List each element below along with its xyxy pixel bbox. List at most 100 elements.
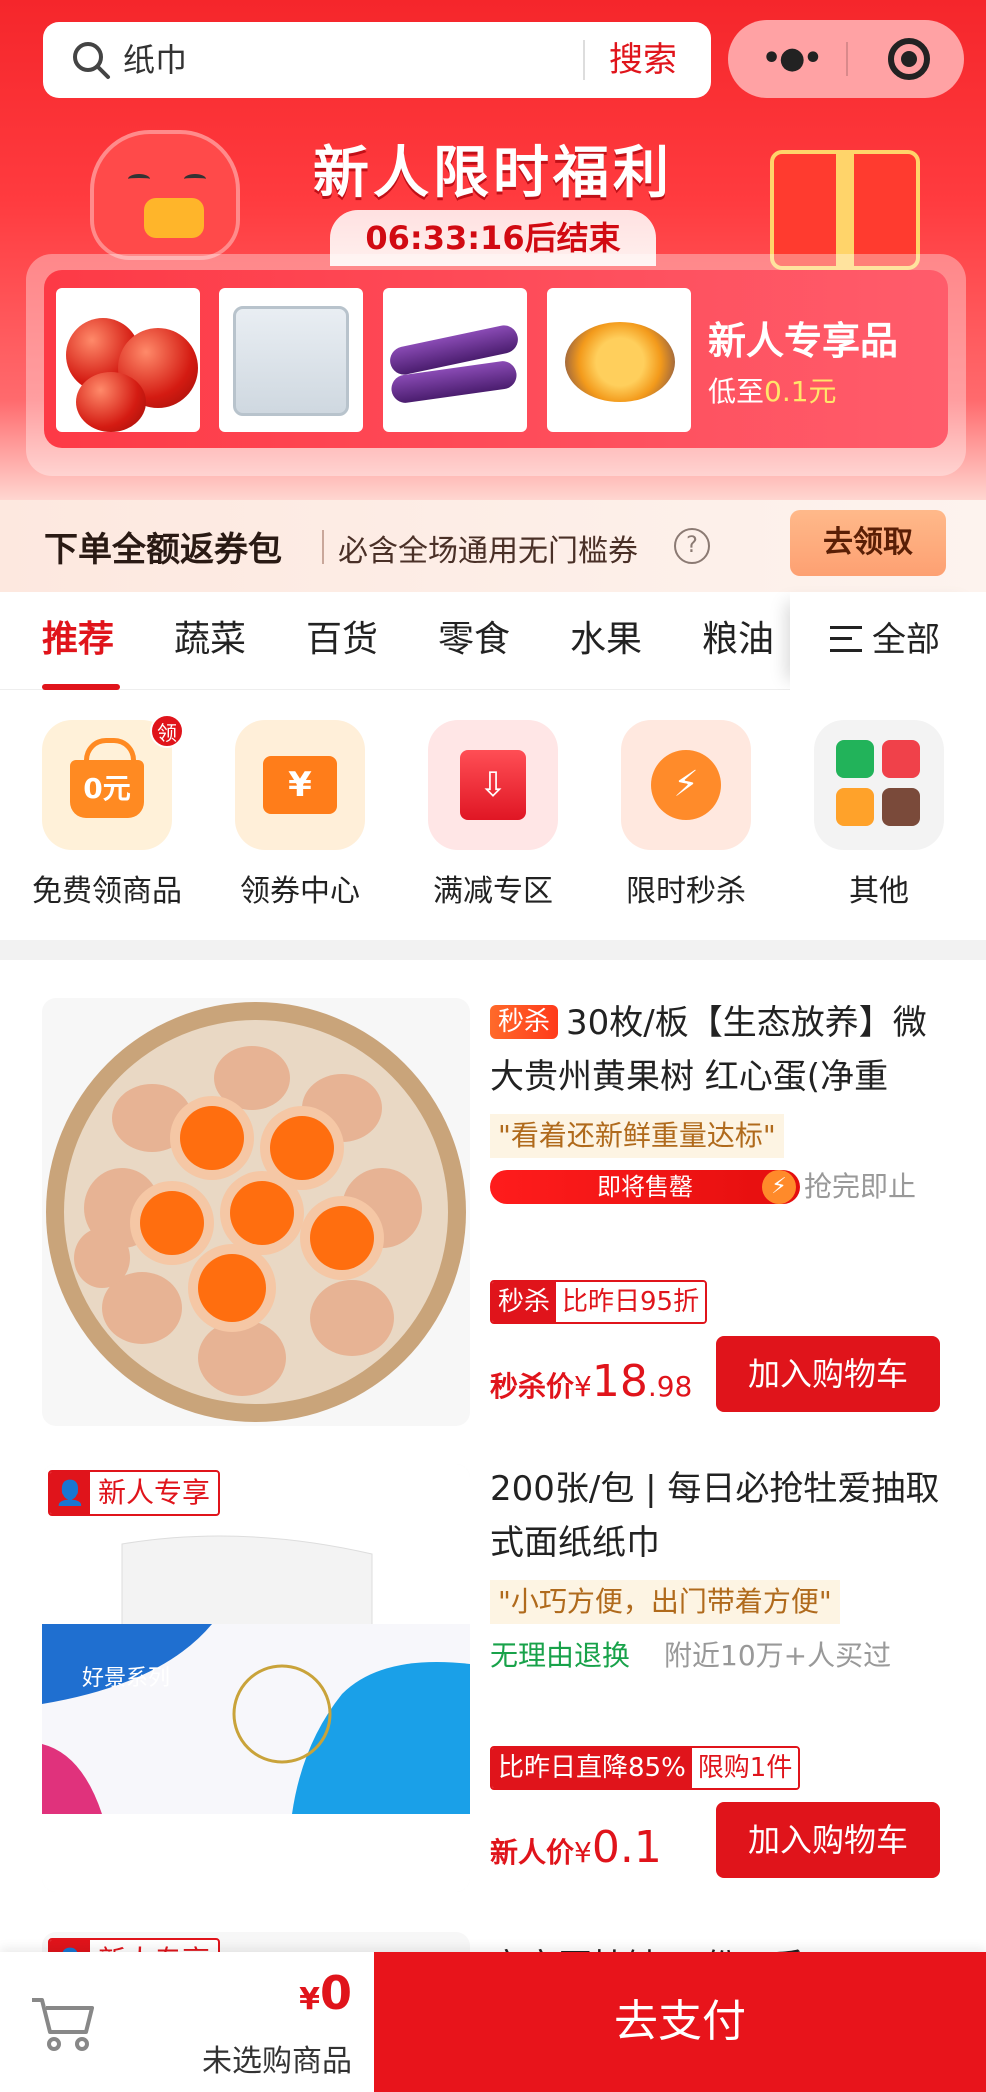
claim-coupon-button[interactable]: 去领取 <box>790 510 946 576</box>
shortcut-grid: 0元 领 免费领商品 ¥ 领券中心 ⇩ 满减专区 ⚡ 限时秒杀 其他 <box>0 690 986 940</box>
new-user-card[interactable]: 新人专享品 低至0.1元 <box>26 254 966 476</box>
section-gap <box>0 940 986 960</box>
product-price: 新人价¥0.1 <box>490 1822 662 1873</box>
search-divider <box>583 40 585 80</box>
return-policy: 无理由退换 <box>490 1639 631 1672</box>
coupon-ticket-icon: ¥ <box>263 756 337 814</box>
shortcut-label: 领券中心 <box>240 874 360 909</box>
add-to-cart-button[interactable]: 加入购物车 <box>716 1802 940 1878</box>
price-integer: 0.1 <box>591 1822 662 1873</box>
cotton-jar <box>233 306 349 416</box>
egg-basket-illustration <box>46 1002 466 1422</box>
price-value: 0.1元 <box>764 375 837 408</box>
new-user-title: 新人专享品 <box>708 319 899 363</box>
shortcut-icon-box: ¥ <box>235 720 365 850</box>
cart-total: ¥0 <box>0 1966 352 2020</box>
product-thumb-cotton-swabs[interactable] <box>219 288 363 432</box>
shortcut-icon-box: 0元 领 <box>42 714 184 850</box>
shortcut-label: 限时秒杀 <box>626 874 746 909</box>
tab-recommend[interactable]: 推荐 <box>42 618 114 662</box>
tag-white: 限购1件 <box>691 1748 799 1788</box>
pay-button[interactable]: 去支付 <box>374 1952 986 2092</box>
discount-tag: 比昨日直降85% 限购1件 <box>490 1746 801 1790</box>
tab-grain-oil[interactable]: 粮油 <box>702 618 774 662</box>
help-icon[interactable]: ? <box>674 528 710 564</box>
flash-sale-tag: 秒杀 <box>490 1005 559 1039</box>
currency-symbol: ¥ <box>299 1982 320 2017</box>
close-target-icon[interactable] <box>888 38 930 80</box>
coupon-title: 下单全额返券包 <box>44 530 282 570</box>
tag-white: 比昨日95折 <box>556 1282 706 1322</box>
shortcut-label: 免费领商品 <box>32 874 182 909</box>
cart-status: 未选购商品 <box>202 2044 352 2079</box>
more-icon[interactable]: •●• <box>762 44 823 74</box>
shortcut-discount-zone[interactable]: ⇩ 满减专区 <box>398 720 588 910</box>
price-label: 秒杀价 <box>490 1370 575 1403</box>
app-grid-icon <box>836 740 922 828</box>
shortcut-label: 其他 <box>849 874 909 909</box>
tab-fruit[interactable]: 水果 <box>570 618 642 662</box>
add-to-cart-button[interactable]: 加入购物车 <box>716 1336 940 1412</box>
product-price: 秒杀价¥18.98 <box>490 1356 692 1407</box>
all-categories-label: 全部 <box>872 620 940 660</box>
tomato-shape <box>76 372 146 432</box>
tab-general-goods[interactable]: 百货 <box>306 618 378 662</box>
new-user-price: 低至0.1元 <box>708 370 837 410</box>
product-image-eggs[interactable] <box>42 998 470 1426</box>
shopping-bag-icon: ⇩ <box>460 750 526 820</box>
tag-red: 比昨日直降85% <box>492 1748 692 1788</box>
checkout-bar: ¥0 未选购商品 去支付 <box>0 1952 986 2092</box>
price-decimal: .98 <box>647 1370 693 1403</box>
search-bar[interactable]: 纸巾 搜索 <box>43 22 711 98</box>
capsule-divider <box>846 42 848 76</box>
coupon-divider <box>322 530 324 564</box>
search-input[interactable]: 纸巾 <box>123 38 187 82</box>
product-card-partial[interactable]: 👤新人专享 宝宝匠挂钟| 1份/3斤 | 0.2 <box>0 1896 986 1987</box>
shortcut-coupon-center[interactable]: ¥ 领券中心 <box>205 720 395 910</box>
alarm-clock-icon: ⚡ <box>651 750 721 820</box>
shortcut-label: 满减专区 <box>433 874 553 909</box>
search-icon <box>73 42 110 79</box>
product-thumb-eggplant[interactable] <box>383 288 527 432</box>
product-title[interactable]: 200张/包 | 每日必抢牡爱抽取式面纸纸巾 <box>490 1462 950 1570</box>
shortcut-flash-sale[interactable]: ⚡ 限时秒杀 <box>591 720 781 910</box>
stock-note: 抢完即止 <box>804 1170 917 1203</box>
price-integer: 18 <box>591 1356 648 1407</box>
stock-progress-bar: 即将售罄 <box>490 1170 800 1204</box>
product-title[interactable]: 秒杀 30枚/板【生态放养】微大贵州黄果树 红心蛋(净重 <box>490 996 950 1104</box>
all-categories-button[interactable]: 全部 <box>790 592 986 690</box>
search-button[interactable]: 搜索 <box>609 38 677 82</box>
new-user-exclusive-tag: 👤新人专享 <box>48 1470 221 1516</box>
new-user-tag-text: 新人专享 <box>98 1476 211 1509</box>
shortcut-icon-box <box>814 720 944 850</box>
tab-vegetables[interactable]: 蔬菜 <box>174 618 246 662</box>
tab-snacks[interactable]: 零食 <box>438 618 510 662</box>
tag-red: 秒杀 <box>492 1282 557 1322</box>
product-thumb-tomato[interactable] <box>56 288 200 432</box>
discount-tag: 秒杀 比昨日95折 <box>490 1280 708 1324</box>
banner-title: 新人限时福利 <box>313 141 673 206</box>
category-tabs: 推荐 蔬菜 百货 零食 水果 粮油 全部 <box>0 592 986 690</box>
price-prefix: 低至 <box>708 375 765 408</box>
new-user-card-inner: 新人专享品 低至0.1元 <box>44 270 948 448</box>
product-image-tissue[interactable]: 好景系列 👤 新人专享 <box>42 1464 470 1892</box>
shortcut-icon-box: ⇩ <box>428 720 558 850</box>
product-thumb-squash[interactable] <box>547 288 691 432</box>
squash-shape <box>565 322 675 402</box>
product-card-tissue[interactable]: 好景系列 👤 新人专享 200张/包 | 每日必抢牡爱抽取式面纸纸巾 "小巧方便，… <box>0 1428 986 1912</box>
user-icon: 👤 <box>50 1472 90 1514</box>
purchase-count: 附近10万+人买过 <box>664 1639 892 1672</box>
currency-symbol: ¥ <box>574 1836 592 1869</box>
coupon-subtitle: 必含全场通用无门槛券 <box>338 534 638 569</box>
filter-list-icon <box>830 626 862 652</box>
shortcut-other[interactable]: 其他 <box>784 720 974 910</box>
currency-symbol: ¥ <box>574 1370 592 1403</box>
price-label: 新人价 <box>490 1836 575 1869</box>
product-quote: "小巧方便，出门带着方便" <box>490 1580 840 1624</box>
shortcut-free-goods[interactable]: 0元 领 免费领商品 <box>12 714 202 910</box>
hero-banner: 纸巾 搜索 •●• 新人限时福利 06:33:16后结束 新人专享品 低至0.1… <box>0 0 986 500</box>
shortcut-icon-box: ⚡ <box>621 720 751 850</box>
coupon-bar: 下单全额返券包 必含全场通用无门槛券 ? 去领取 <box>0 500 986 592</box>
product-card-eggs[interactable]: 秒杀 30枚/板【生态放养】微大贵州黄果树 红心蛋(净重 "看着还新鲜重量达标" … <box>0 960 986 1446</box>
lightning-icon: ⚡ <box>762 1170 796 1204</box>
